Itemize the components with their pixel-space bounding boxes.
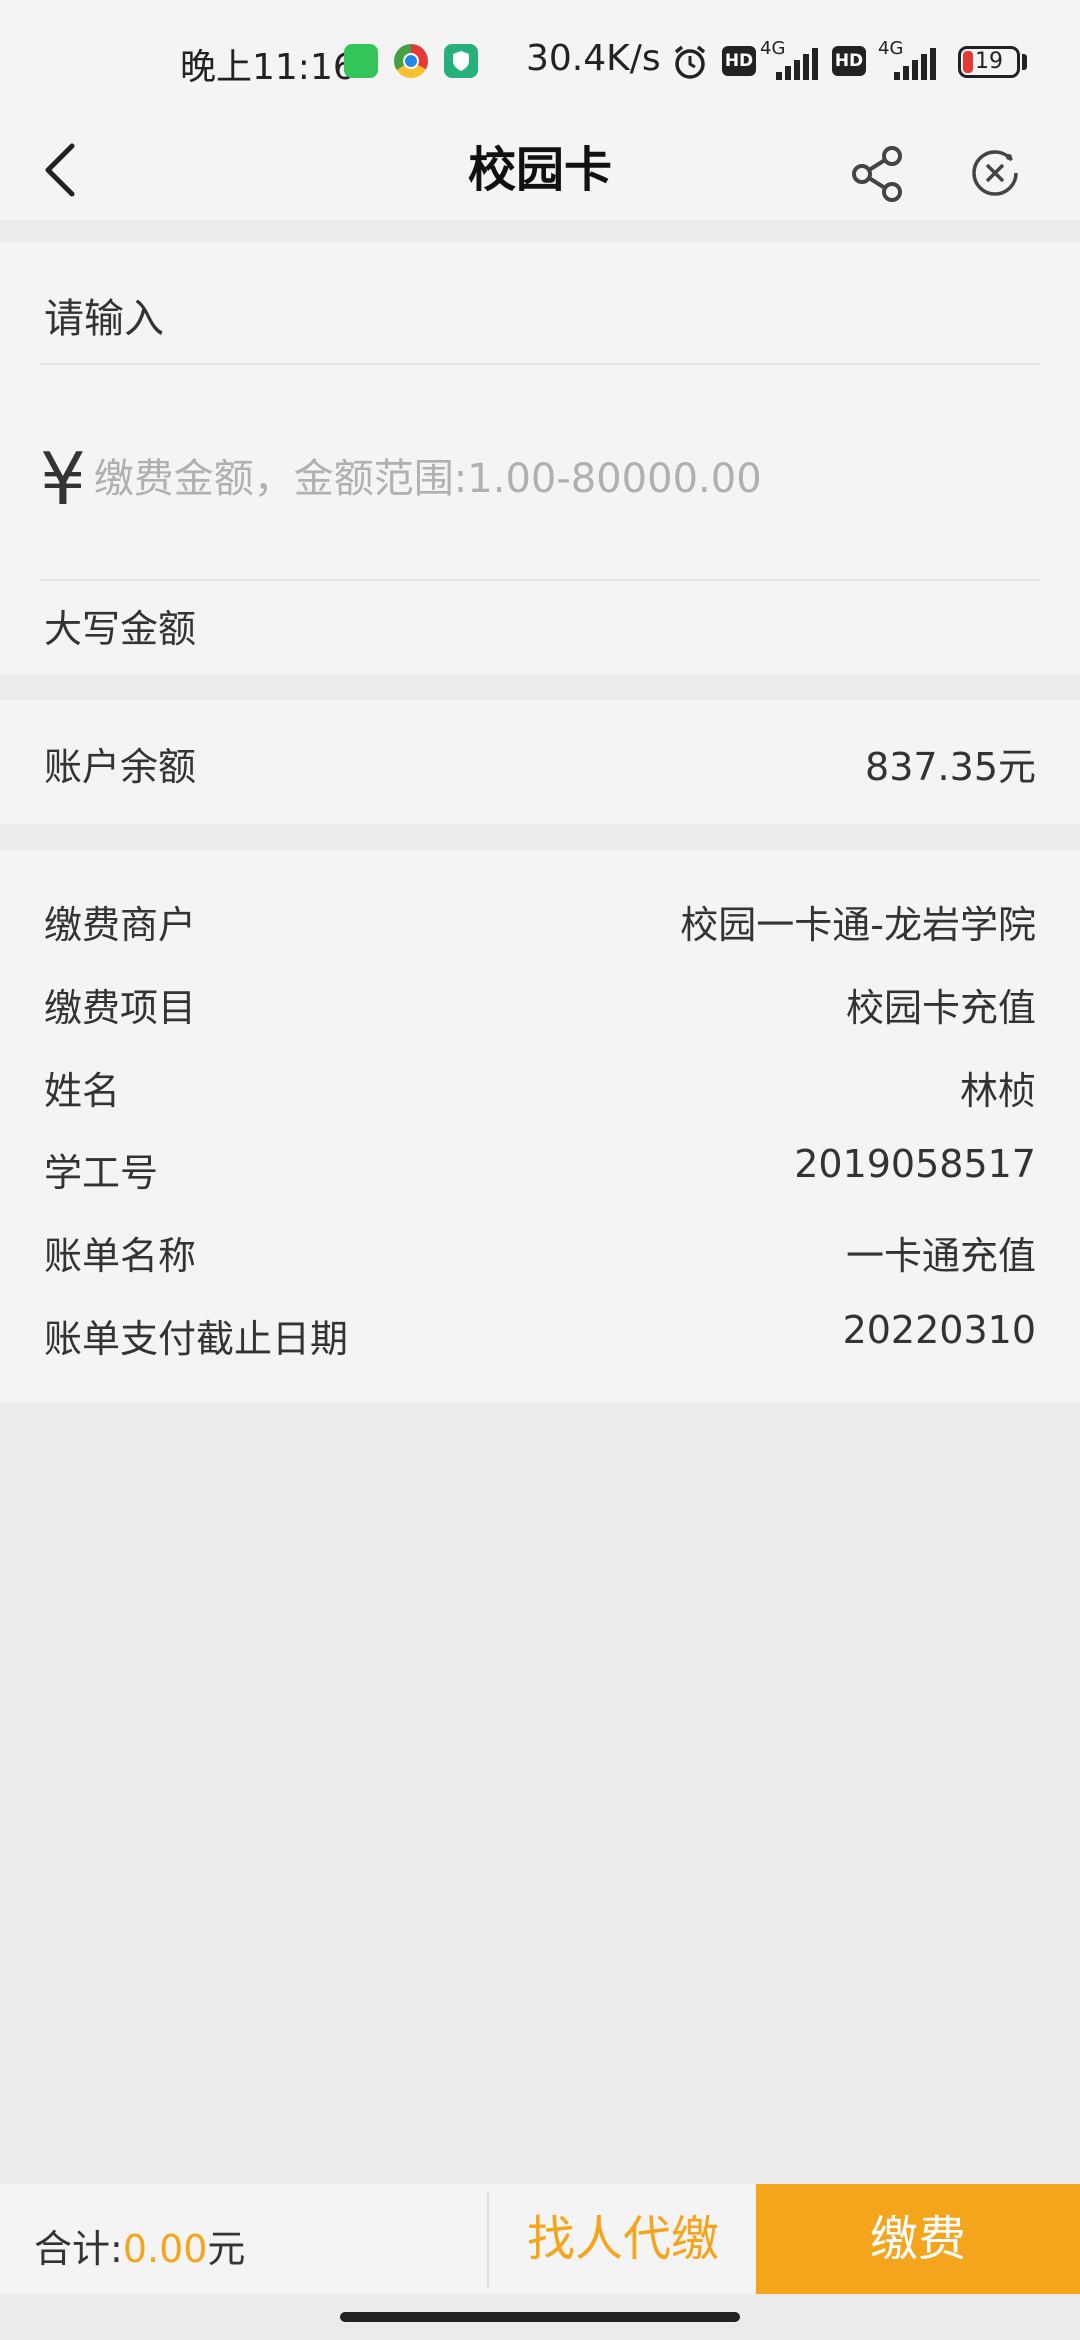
hd-badge: HD — [722, 46, 756, 76]
network-speed: 30.4K/s — [526, 38, 661, 79]
hd-badge: HD — [832, 46, 866, 76]
signal-strength-icon — [776, 48, 818, 80]
student-id-value: 2019058517 — [794, 1142, 1036, 1186]
item-label: 缴费项目 — [44, 986, 197, 1030]
battery-icon: 19 — [958, 46, 1020, 78]
uppercase-amount-label: 大写金额 — [44, 607, 197, 651]
battery-tip — [1022, 54, 1027, 70]
signal-strength-icon — [894, 48, 936, 80]
share-icon[interactable] — [848, 144, 908, 204]
balance-label: 账户余额 — [44, 745, 197, 789]
input-hint-field[interactable]: 请输入 — [44, 286, 164, 344]
status-time: 晚上11:16 — [180, 47, 356, 88]
name-value: 林桢 — [959, 1069, 1036, 1113]
battery-percentage: 19 — [975, 49, 1003, 74]
payment-input-section: 请输入 ¥ 大写金额 — [0, 242, 1080, 674]
divider — [487, 2192, 489, 2288]
total-amount: 合计:0.00元 — [34, 2218, 245, 2273]
account-balance-section: 账户余额 837.35元 — [0, 700, 1080, 824]
security-shield-icon — [444, 44, 478, 78]
divider — [40, 363, 1040, 365]
name-label: 姓名 — [44, 1069, 121, 1113]
student-id-label: 学工号 — [44, 1151, 159, 1195]
total-value: 0.00 — [122, 2227, 208, 2271]
currency-symbol: ¥ — [40, 437, 86, 521]
nav-bar: 校园卡 — [0, 120, 1080, 220]
total-unit: 元 — [207, 2227, 246, 2271]
bill-details-section: 缴费商户 校园一卡通-龙岩学院 缴费项目 校园卡充值 姓名 林桢 学工号 201… — [0, 850, 1080, 1402]
battery-level-fill — [963, 51, 973, 73]
deadline-label: 账单支付截止日期 — [44, 1317, 349, 1361]
deadline-value: 20220310 — [842, 1308, 1036, 1352]
home-indicator[interactable] — [340, 2312, 740, 2322]
amount-input[interactable] — [91, 455, 996, 503]
chrome-icon — [394, 44, 428, 78]
wechat-notification-icon — [344, 44, 378, 78]
status-bar: 晚上11:16 30.4K/s HD 4G HD 4G 19 — [0, 0, 1080, 120]
divider — [40, 579, 1040, 581]
merchant-value: 校园一卡通-龙岩学院 — [680, 903, 1036, 947]
close-mini-program-icon[interactable] — [966, 144, 1024, 202]
pay-button[interactable]: 缴费 — [756, 2184, 1080, 2294]
bill-name-label: 账单名称 — [44, 1234, 197, 1278]
item-value: 校园卡充值 — [845, 986, 1036, 1030]
bottom-action-bar: 合计:0.00元 找人代缴 缴费 — [0, 2184, 1080, 2294]
ask-someone-to-pay-button[interactable]: 找人代缴 — [490, 2184, 756, 2294]
balance-value: 837.35元 — [865, 745, 1036, 789]
total-label: 合计: — [34, 2227, 123, 2271]
merchant-label: 缴费商户 — [44, 903, 197, 947]
alarm-clock-icon — [674, 45, 706, 79]
bill-name-value: 一卡通充值 — [845, 1234, 1036, 1278]
page-title: 校园卡 — [467, 142, 612, 198]
amount-row: ¥ — [40, 424, 996, 534]
